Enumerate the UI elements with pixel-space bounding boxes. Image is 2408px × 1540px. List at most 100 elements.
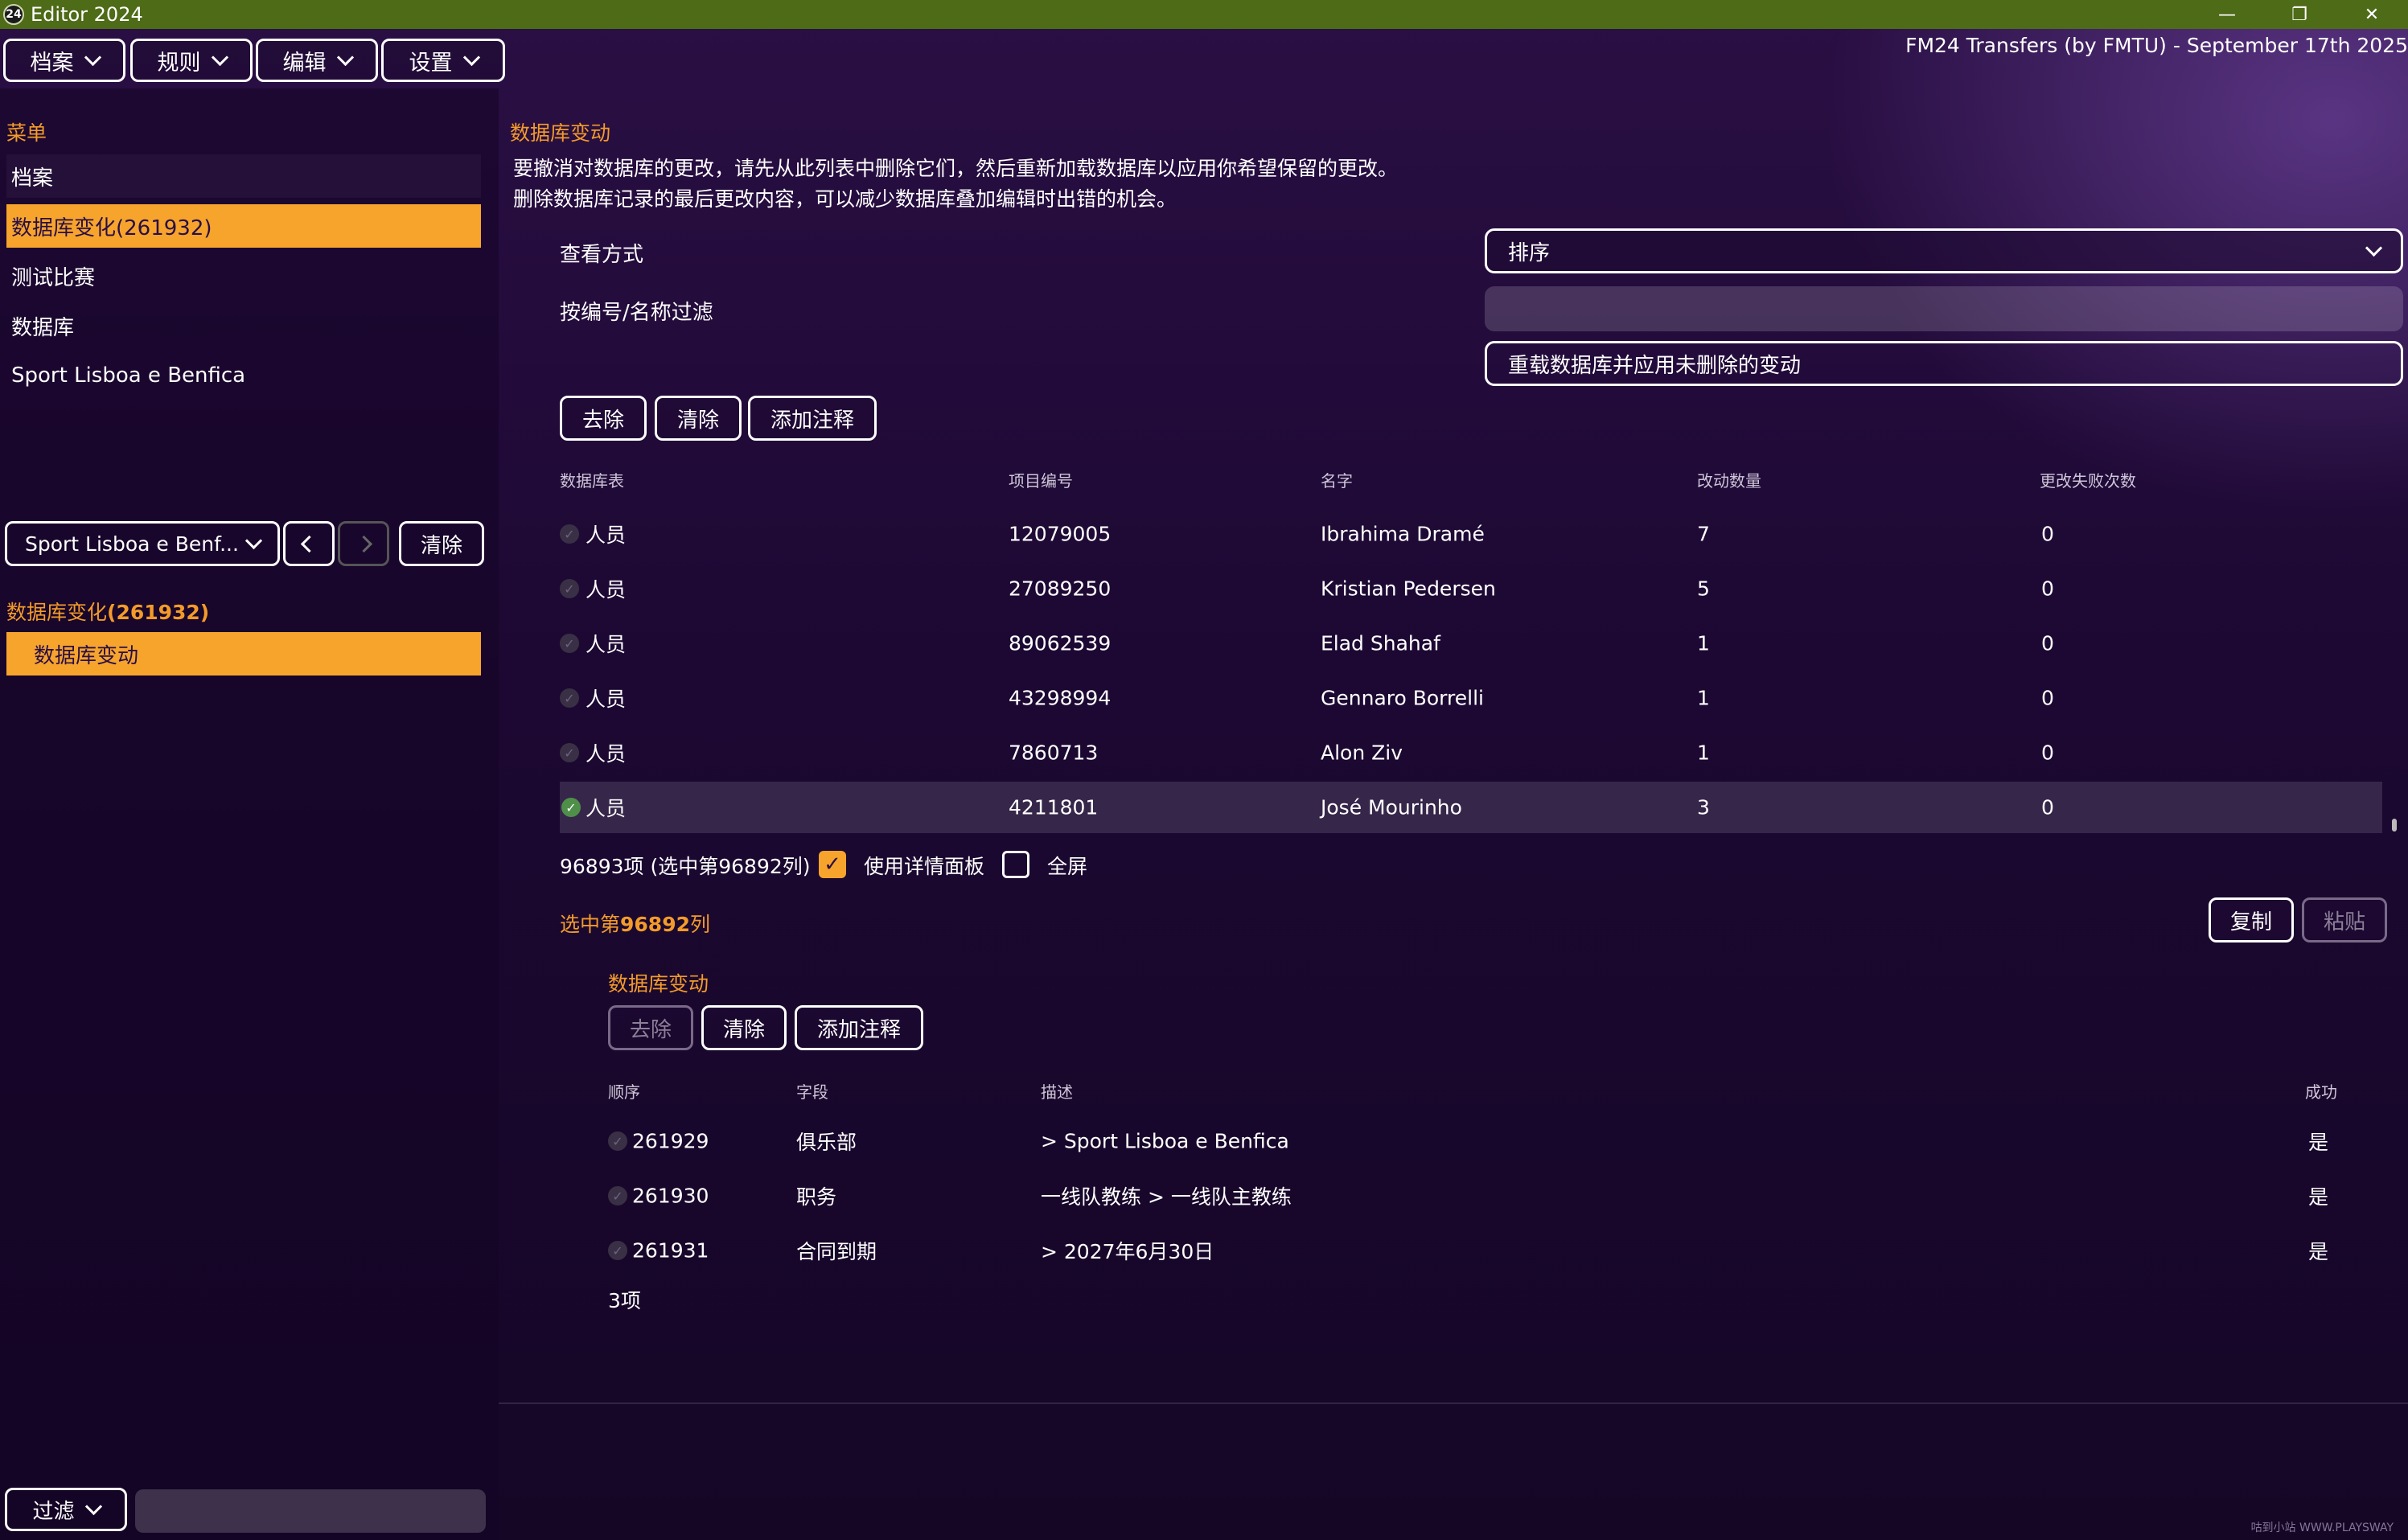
view-mode-value: 排序 bbox=[1508, 240, 1551, 265]
history-count: (261932) bbox=[107, 601, 210, 624]
cell-table: 人员 bbox=[586, 633, 627, 656]
item-count: 96893项 (选中第96892列) bbox=[560, 855, 811, 878]
table-row-selected[interactable]: ✓ 人员 4211801 José Mourinho 3 0 bbox=[560, 782, 2382, 833]
cell-id: 4211801 bbox=[1009, 795, 1099, 819]
chevron-down-icon bbox=[336, 48, 354, 66]
window-title: Editor 2024 bbox=[31, 3, 143, 26]
menu-file[interactable]: 档案 bbox=[3, 39, 125, 82]
detail-remove-button[interactable]: 去除 bbox=[608, 1005, 693, 1050]
reload-database-button[interactable]: 重载数据库并应用未删除的变动 bbox=[1485, 341, 2403, 386]
sidebar-item-db-changes[interactable]: 数据库变化(261932) bbox=[6, 204, 481, 248]
cell-table: 人员 bbox=[586, 742, 627, 766]
history-item-db-changes[interactable]: 数据库变动 bbox=[6, 632, 481, 676]
close-icon[interactable]: ✕ bbox=[2336, 0, 2408, 29]
paste-button[interactable]: 粘贴 bbox=[2302, 897, 2387, 942]
check-icon: ✓ bbox=[560, 634, 579, 653]
use-detail-checkbox[interactable]: ✓ bbox=[819, 851, 846, 878]
selected-suffix: 列 bbox=[690, 913, 711, 936]
detail-cell-desc: 一线队教练 > 一线队主教练 bbox=[1041, 1185, 1292, 1209]
check-icon: ✓ bbox=[560, 524, 579, 544]
cell-table: 人员 bbox=[586, 688, 627, 711]
check-icon: ✓ bbox=[608, 1241, 627, 1260]
view-mode-select[interactable]: 排序 bbox=[1485, 228, 2403, 273]
menu-rules[interactable]: 规则 bbox=[130, 39, 253, 82]
menu-file-label: 档案 bbox=[30, 50, 74, 76]
filter-dropdown[interactable]: 过滤 bbox=[5, 1488, 127, 1531]
page-title: 数据库变动 bbox=[510, 121, 611, 145]
column-header-failures[interactable]: 更改失败次数 bbox=[2040, 468, 2136, 491]
cell-failures: 0 bbox=[2041, 741, 2054, 765]
detail-header-success[interactable]: 成功 bbox=[2305, 1079, 2337, 1103]
table-row[interactable]: ✓ 人员 7860713 Alon Ziv 1 0 bbox=[560, 727, 2382, 778]
fullscreen-checkbox[interactable] bbox=[1002, 851, 1029, 878]
add-note-button[interactable]: 添加注释 bbox=[748, 396, 877, 441]
detail-clear-button[interactable]: 清除 bbox=[701, 1005, 787, 1050]
history-clear-button[interactable]: 清除 bbox=[399, 521, 484, 566]
cell-table: 人员 bbox=[586, 578, 627, 602]
window-controls: — ❐ ✕ bbox=[2191, 0, 2408, 29]
sidebar-item-benfica[interactable]: Sport Lisboa e Benfica bbox=[6, 354, 481, 397]
detail-cell-field: 职务 bbox=[796, 1185, 837, 1209]
chevron-right-icon bbox=[355, 535, 372, 552]
history-select-value: Sport Lisboa e Benf... bbox=[25, 532, 239, 556]
cell-table: 人员 bbox=[586, 797, 627, 820]
check-icon: ✓ bbox=[560, 579, 579, 598]
column-header-name[interactable]: 名字 bbox=[1321, 468, 1353, 491]
table-row[interactable]: ✓ 人员 12079005 Ibrahima Dramé 7 0 bbox=[560, 508, 2382, 560]
table-row[interactable]: ✓ 人员 27089250 Kristian Pedersen 5 0 bbox=[560, 563, 2382, 614]
selected-prefix: 选中第 bbox=[560, 913, 621, 936]
cell-name: Ibrahima Dramé bbox=[1321, 522, 1485, 546]
copy-button[interactable]: 复制 bbox=[2209, 897, 2294, 942]
detail-cell-desc: > 2027年6月30日 bbox=[1041, 1240, 1214, 1263]
chevron-down-icon bbox=[211, 48, 228, 66]
detail-add-note-button[interactable]: 添加注释 bbox=[795, 1005, 923, 1050]
sidebar-item-test-match[interactable]: 测试比赛 bbox=[6, 254, 481, 298]
minimize-icon[interactable]: — bbox=[2191, 0, 2263, 29]
detail-cell-order: 261931 bbox=[632, 1238, 709, 1263]
cell-id: 7860713 bbox=[1009, 741, 1099, 765]
check-icon: ✓ bbox=[561, 798, 581, 817]
table-scrollbar[interactable] bbox=[2392, 819, 2397, 832]
sidebar-item-database[interactable]: 数据库 bbox=[6, 304, 481, 347]
remove-button[interactable]: 去除 bbox=[560, 396, 647, 441]
detail-row[interactable]: ✓ 261929 俱乐部 > Sport Lisboa e Benfica 是 bbox=[608, 1116, 2329, 1166]
back-button[interactable] bbox=[283, 521, 335, 566]
chevron-down-icon bbox=[462, 48, 480, 66]
selected-number: 96892 bbox=[620, 913, 690, 936]
history-title-text: 数据库变化 bbox=[6, 601, 108, 624]
detail-header-order[interactable]: 顺序 bbox=[608, 1079, 640, 1103]
cell-failures: 0 bbox=[2041, 577, 2054, 601]
column-header-id[interactable]: 项目编号 bbox=[1009, 468, 1073, 491]
detail-row[interactable]: ✓ 261931 合同到期 > 2027年6月30日 是 bbox=[608, 1226, 2329, 1275]
clear-button[interactable]: 清除 bbox=[655, 396, 742, 441]
detail-row[interactable]: ✓ 261930 职务 一线队教练 > 一线队主教练 是 bbox=[608, 1171, 2329, 1221]
chevron-down-icon bbox=[84, 48, 101, 66]
menu-edit-label: 编辑 bbox=[282, 50, 327, 76]
cell-changes: 5 bbox=[1697, 577, 1710, 601]
app-icon: 24 bbox=[3, 4, 24, 25]
check-icon: ✓ bbox=[560, 743, 579, 762]
detail-header-desc[interactable]: 描述 bbox=[1041, 1079, 1073, 1103]
cell-name: Elad Shahaf bbox=[1321, 631, 1440, 655]
detail-cell-order: 261930 bbox=[632, 1184, 709, 1208]
table-row[interactable]: ✓ 人员 89062539 Elad Shahaf 1 0 bbox=[560, 618, 2382, 669]
column-header-changes[interactable]: 改动数量 bbox=[1697, 468, 1761, 491]
sidebar-item-archive[interactable]: 档案 bbox=[6, 154, 481, 198]
watermark: 咕到小站 WWW.PLAYSWAY bbox=[2250, 1522, 2394, 1534]
restore-icon[interactable]: ❐ bbox=[2263, 0, 2336, 29]
sidebar-filter-input[interactable] bbox=[135, 1489, 486, 1533]
menu-settings[interactable]: 设置 bbox=[381, 39, 505, 82]
column-header-table[interactable]: 数据库表 bbox=[560, 468, 624, 491]
forward-button[interactable] bbox=[338, 521, 389, 566]
id-name-filter-input[interactable] bbox=[1485, 286, 2403, 331]
cell-changes: 1 bbox=[1697, 686, 1710, 710]
sidebar-menu-title: 菜单 bbox=[6, 121, 47, 145]
history-select[interactable]: Sport Lisboa e Benf... bbox=[5, 521, 280, 566]
detail-header-field[interactable]: 字段 bbox=[796, 1079, 828, 1103]
table-row[interactable]: ✓ 人员 43298994 Gennaro Borrelli 1 0 bbox=[560, 672, 2382, 724]
menu-edit[interactable]: 编辑 bbox=[256, 39, 378, 82]
filter-dropdown-label: 过滤 bbox=[32, 1499, 75, 1524]
cell-name: Gennaro Borrelli bbox=[1321, 686, 1484, 710]
detail-cell-success: 是 bbox=[2308, 1131, 2329, 1154]
id-name-filter-label: 按编号/名称过滤 bbox=[560, 301, 713, 325]
